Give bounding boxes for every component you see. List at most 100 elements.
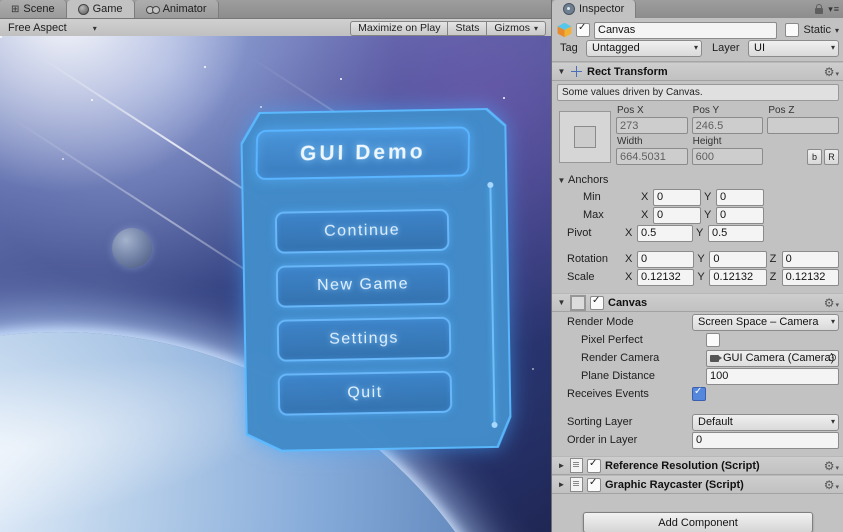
anchor-max-x-field[interactable]: 0 (653, 206, 701, 224)
width-field[interactable]: 664.5031 (616, 148, 688, 165)
order-in-layer-row: Order in Layer 0 (557, 431, 839, 449)
render-mode-dropdown[interactable]: Screen Space – Camera (692, 313, 839, 331)
continue-button[interactable]: Continue (274, 208, 450, 254)
gameobject-name-field[interactable]: Canvas (594, 21, 778, 39)
add-component-button[interactable]: Add Component (583, 512, 813, 532)
rotation-x-field[interactable]: 0 (637, 250, 695, 268)
inspector-pane: Inspector ▾≡ Canvas Static ▾ Tag (551, 0, 843, 532)
scale-label: Scale (567, 271, 595, 283)
rotation-row: Rotation X 0 Y 0 Z 0 (557, 250, 839, 268)
gameobject-header: Canvas Static ▾ Tag Untagged Layer UI (552, 18, 843, 62)
panel-menu-icon[interactable]: ▾≡ (828, 4, 840, 15)
game-toolbar-buttons: Maximize on Play Stats Gizmos ▾ (350, 20, 546, 36)
graphic-raycaster-title: Graphic Raycaster (Script) (605, 478, 744, 491)
sorting-layer-dropdown[interactable]: Default (692, 413, 839, 431)
canvas-enabled-checkbox[interactable] (590, 295, 604, 310)
z-axis-label: Z (769, 253, 777, 265)
scale-y-field[interactable]: 0.12132 (709, 268, 767, 286)
order-in-layer-field[interactable]: 0 (692, 431, 839, 449)
settings-button[interactable]: Settings (276, 316, 452, 362)
anchors-label: Anchors (568, 174, 609, 186)
layer-dropdown[interactable]: UI (748, 39, 839, 57)
pos-z-field[interactable] (767, 117, 839, 134)
canvas-component-header[interactable]: ▼ Canvas ⚙ ▾ (552, 293, 843, 312)
gizmos-dropdown[interactable]: Gizmos ▾ (487, 20, 546, 36)
raw-edit-mode-button[interactable]: R (823, 148, 839, 165)
y-axis-label: Y (696, 227, 704, 239)
render-camera-object-field[interactable]: GUI Camera (Camera) (706, 349, 839, 367)
gear-icon: ⚙ (823, 64, 835, 79)
render-camera-value: GUI Camera (Camera) (723, 352, 835, 364)
render-mode-value: Screen Space – Camera (698, 316, 819, 328)
stars (0, 36, 2, 38)
active-checkbox[interactable] (576, 22, 590, 37)
pos-z-label: Pos Z (768, 105, 795, 116)
static-label: Static (803, 24, 831, 36)
component-menu[interactable]: ⚙ ▾ (824, 460, 839, 472)
tab-game[interactable]: Game (66, 0, 135, 18)
anchor-min-x-field[interactable]: 0 (653, 188, 701, 206)
component-menu[interactable]: ⚙ ▾ (824, 479, 839, 491)
graphic-raycaster-header[interactable]: ► Graphic Raycaster (Script) ⚙ ▾ (552, 475, 843, 494)
tab-game-label: Game (92, 3, 123, 15)
height-field[interactable]: 600 (691, 148, 764, 165)
quit-button[interactable]: Quit (277, 370, 453, 416)
render-camera-row: Render Camera GUI Camera (Camera) (557, 349, 839, 367)
maximize-on-play-button[interactable]: Maximize on Play (350, 20, 449, 36)
blueprint-mode-button[interactable]: b (806, 148, 822, 165)
menu-title: GUI Demo (255, 126, 471, 181)
receives-events-checkbox[interactable] (692, 386, 706, 401)
anchor-min-row: Min X 0 Y 0 (557, 188, 839, 206)
menu-panel: GUI Demo Continue New Game Settings Quit (240, 108, 512, 453)
pixel-perfect-label: Pixel Perfect (581, 334, 643, 346)
rect-transform-header[interactable]: ▼ Rect Transform ⚙ ▾ (552, 62, 843, 81)
animator-icon (145, 5, 160, 14)
tab-scene-label: Scene (23, 3, 55, 15)
foldout-closed-icon[interactable]: ► (557, 480, 566, 489)
lock-icon[interactable] (815, 4, 824, 14)
foldout-open-icon[interactable]: ▼ (557, 298, 566, 307)
reference-resolution-header[interactable]: ► Reference Resolution (Script) ⚙ ▾ (552, 456, 843, 475)
rotation-z-field[interactable]: 0 (781, 250, 839, 268)
tab-scene[interactable]: ⊞ Scene (0, 0, 67, 18)
anchors-foldout[interactable]: ▼ Anchors (557, 173, 839, 187)
rotation-y-field[interactable]: 0 (709, 250, 767, 268)
foldout-open-icon[interactable]: ▼ (557, 67, 566, 76)
inspector-strip-icons: ▾≡ (815, 0, 843, 18)
tab-inspector[interactable]: Inspector (552, 0, 637, 18)
foldout-open-icon: ▼ (557, 175, 566, 185)
pivot-x-field[interactable]: 0.5 (637, 224, 693, 242)
scale-z-field[interactable]: 0.12132 (781, 268, 839, 286)
graphic-raycaster-enabled-checkbox[interactable] (587, 477, 601, 492)
plane-distance-field[interactable]: 100 (706, 367, 839, 385)
anchor-min-y-field[interactable]: 0 (716, 188, 764, 206)
pos-x-label: Pos X (617, 105, 644, 116)
tag-dropdown[interactable]: Untagged (586, 39, 702, 57)
pos-y-field[interactable]: 246.5 (691, 117, 764, 134)
aspect-ratio-dropdown[interactable]: Free Aspect ▾ (2, 20, 103, 36)
anchor-preset-button[interactable] (559, 111, 611, 163)
unity-editor-window: ⊞ Scene Game Animator Free Aspect ▾ Maxi… (0, 0, 843, 532)
tab-animator[interactable]: Animator (134, 0, 219, 18)
pivot-row: Pivot X 0.5 Y 0.5 (557, 224, 839, 242)
game-pane: ⊞ Scene Game Animator Free Aspect ▾ Maxi… (0, 0, 551, 532)
gear-icon: ⚙ (823, 295, 835, 310)
pixel-perfect-row: Pixel Perfect (557, 332, 839, 348)
component-menu[interactable]: ⚙ ▾ (824, 66, 839, 78)
gear-icon: ⚙ (823, 458, 835, 473)
foldout-closed-icon[interactable]: ► (557, 461, 566, 470)
stats-button[interactable]: Stats (448, 20, 488, 36)
max-label: Max (583, 209, 604, 221)
new-game-button[interactable]: New Game (275, 262, 451, 308)
pixel-perfect-checkbox[interactable] (706, 333, 720, 347)
pos-x-field[interactable]: 273 (616, 117, 688, 134)
scale-x-field[interactable]: 0.12132 (637, 268, 695, 286)
pivot-y-field[interactable]: 0.5 (708, 224, 764, 242)
z-axis-label: Z (769, 271, 777, 283)
static-dropdown-icon[interactable]: ▾ (835, 26, 839, 35)
inspector-body: Canvas Static ▾ Tag Untagged Layer UI (552, 18, 843, 532)
anchor-max-y-field[interactable]: 0 (716, 206, 764, 224)
component-menu[interactable]: ⚙ ▾ (824, 297, 839, 309)
reference-resolution-enabled-checkbox[interactable] (587, 458, 601, 473)
static-checkbox[interactable] (785, 23, 800, 37)
